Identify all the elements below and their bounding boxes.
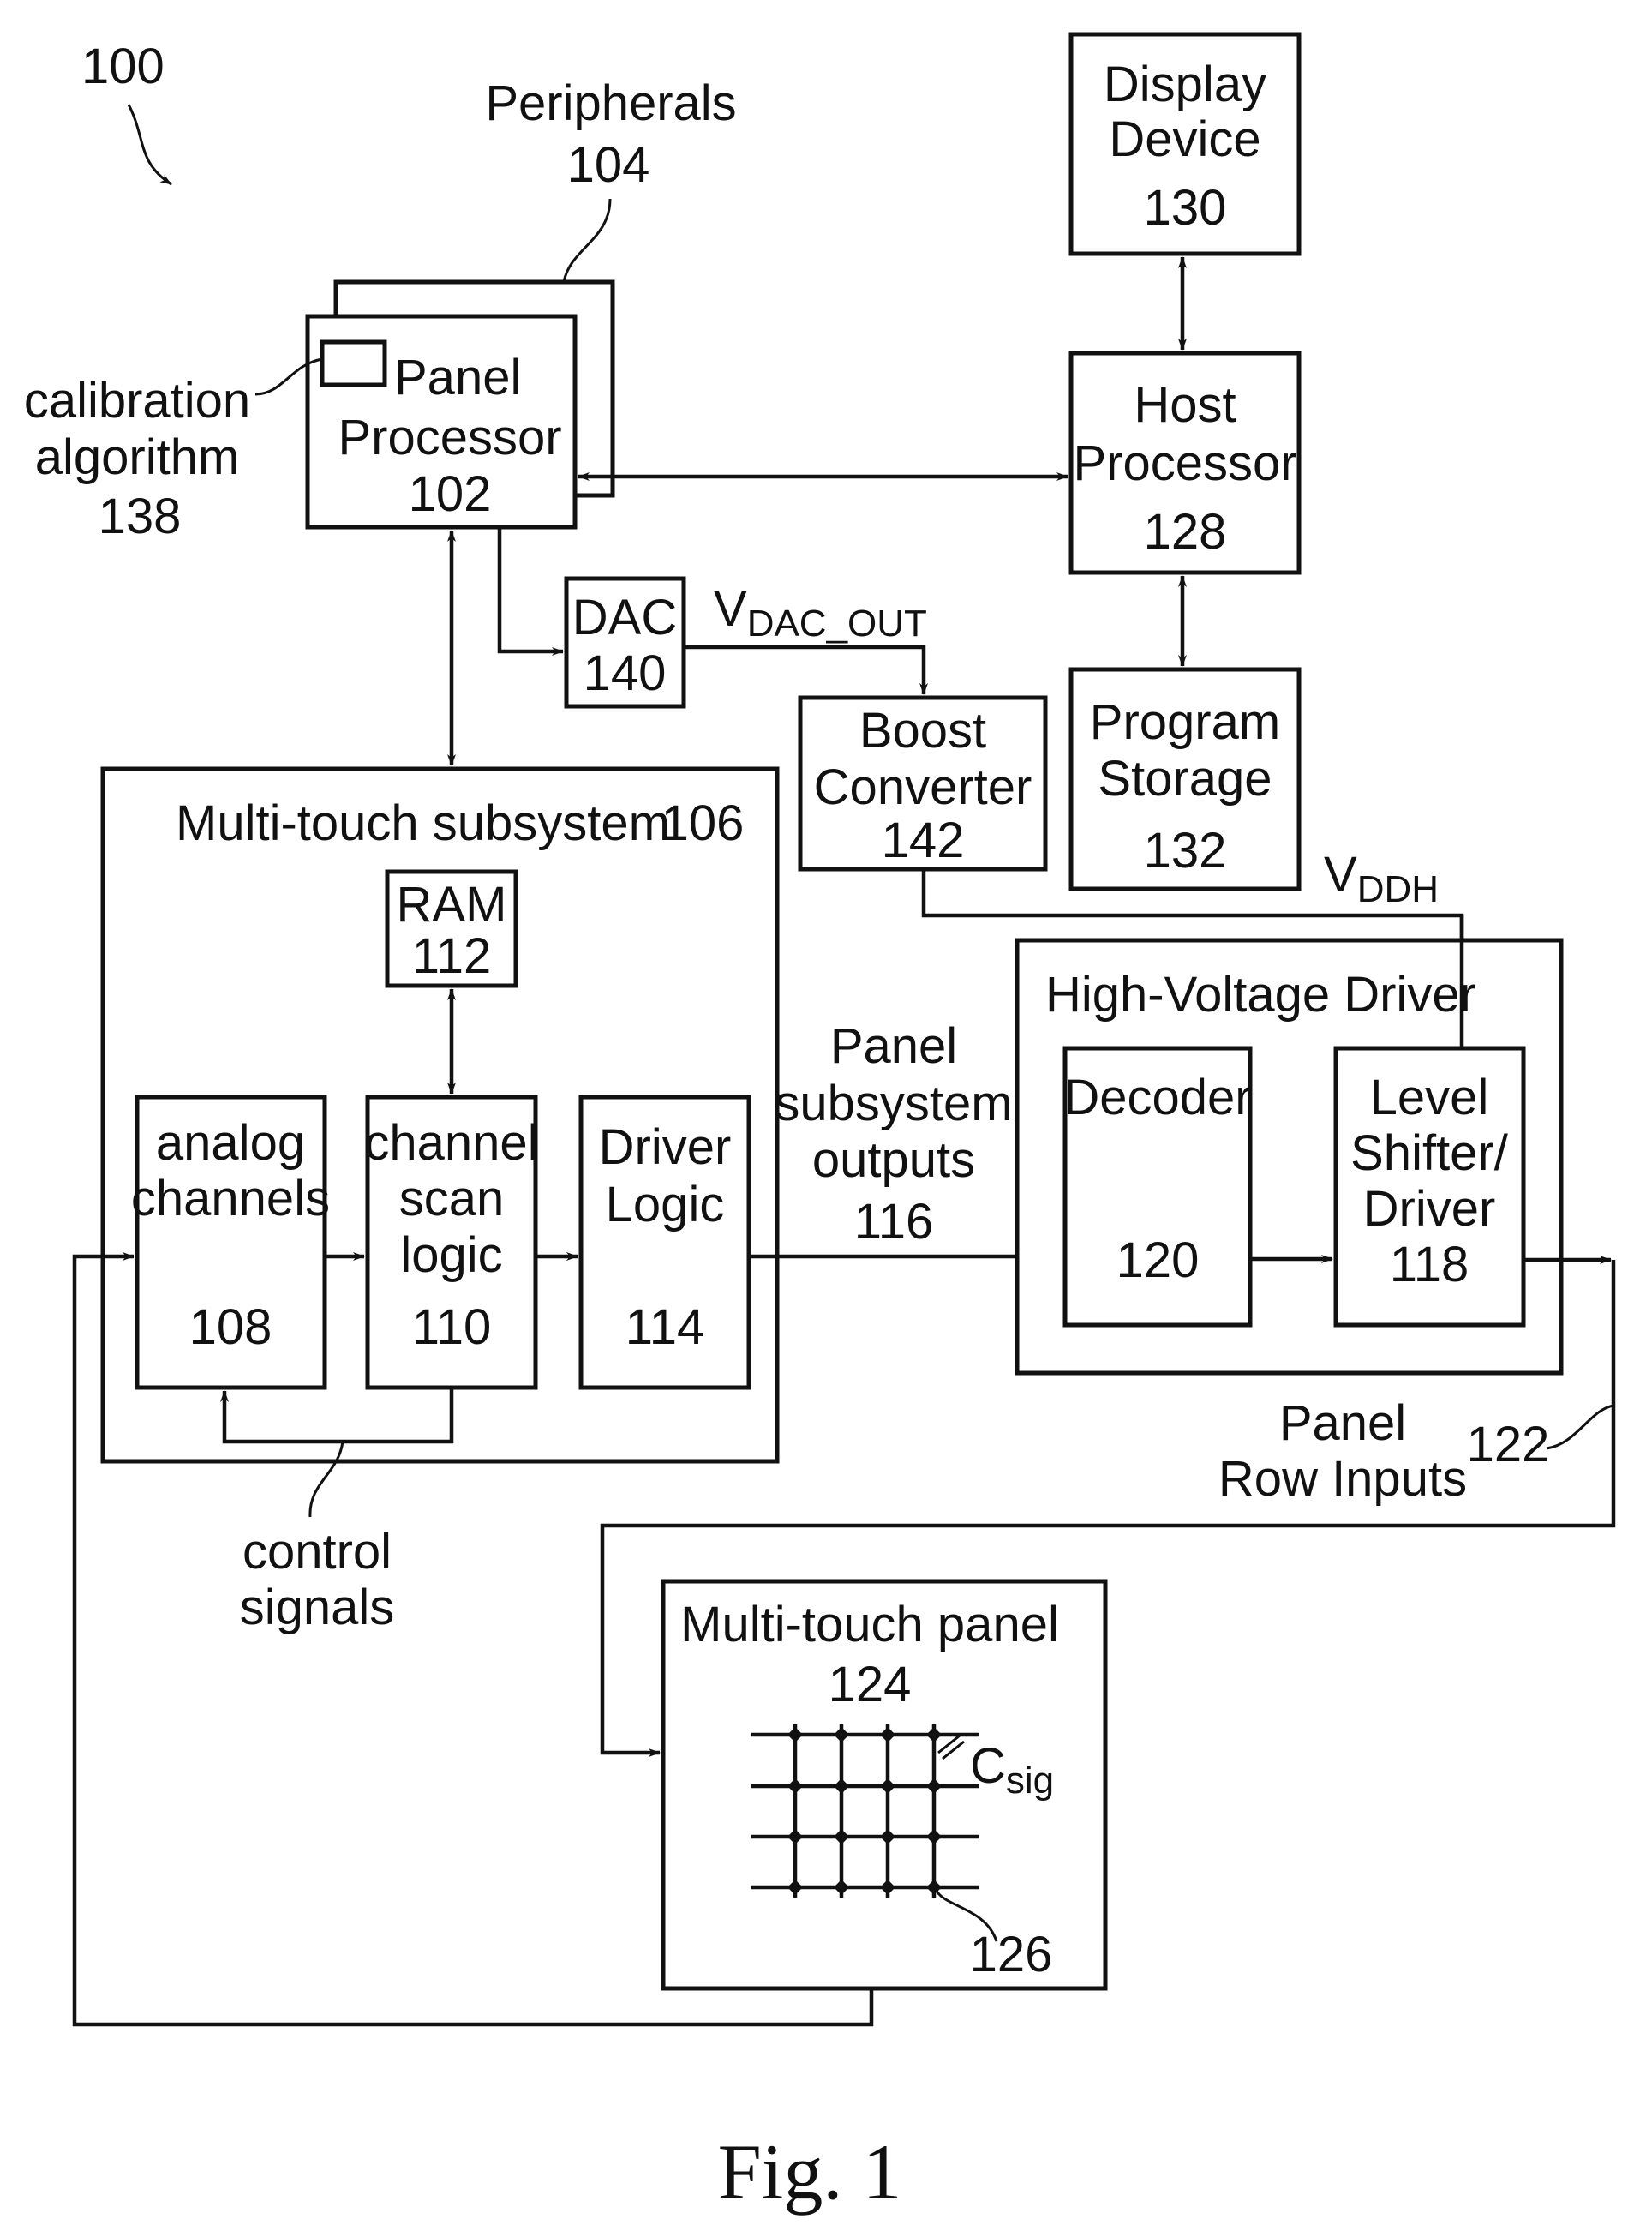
calibration-ref: 138 bbox=[99, 489, 182, 544]
calibration-line2: algorithm bbox=[35, 429, 240, 485]
calibration-line1: calibration bbox=[24, 373, 250, 429]
panel-outputs-line1: Panel bbox=[830, 1018, 957, 1074]
multitouch-subsystem-label: Multi-touch subsystem bbox=[176, 795, 670, 851]
block-diagram: 100 Peripherals 104 Panel Processor 102 … bbox=[24, 32, 1616, 2216]
panel-row-inputs-line2: Row Inputs bbox=[1218, 1451, 1467, 1507]
panel-row-inputs-leader bbox=[1546, 1404, 1614, 1450]
decoder-label: Decoder bbox=[1063, 1070, 1251, 1125]
level-shifter-line3: Driver bbox=[1363, 1181, 1496, 1237]
analog-channels-ref: 108 bbox=[189, 1299, 272, 1355]
host-processor-line1: Host bbox=[1134, 377, 1236, 433]
boost-converter-line2: Converter bbox=[814, 759, 1032, 815]
panel-outputs-line2: subsystem bbox=[775, 1076, 1012, 1131]
ram-label: RAM bbox=[397, 877, 507, 933]
display-device-line1: Display bbox=[1104, 57, 1266, 112]
figure-caption: Fig. 1 bbox=[718, 2128, 902, 2216]
multitouch-panel-label: Multi-touch panel bbox=[680, 1597, 1059, 1652]
dac-ref: 140 bbox=[584, 645, 667, 701]
vdac-out-label: VDAC_OUT bbox=[714, 581, 927, 645]
ram-ref: 112 bbox=[412, 928, 491, 984]
processor-dac-arrow bbox=[497, 527, 564, 656]
panel-outputs-ref: 116 bbox=[854, 1194, 933, 1250]
host-processor-line2: Processor bbox=[1073, 435, 1296, 491]
level-shifter-ref: 118 bbox=[1390, 1237, 1469, 1292]
multitouch-panel-ref: 124 bbox=[829, 1657, 912, 1712]
figure-ref: 100 bbox=[81, 39, 165, 94]
high-voltage-driver-label: High-Voltage Driver bbox=[1045, 967, 1476, 1023]
program-storage-ref: 132 bbox=[1144, 823, 1227, 879]
program-storage-line2: Storage bbox=[1098, 751, 1272, 807]
panel-row-inputs-ref: 122 bbox=[1467, 1417, 1550, 1472]
level-shifter-line1: Level bbox=[1370, 1070, 1489, 1125]
decoder-ref: 120 bbox=[1116, 1232, 1200, 1288]
host-processor-ref: 128 bbox=[1144, 504, 1227, 560]
driver-logic-ref: 114 bbox=[625, 1299, 704, 1355]
driver-logic-line1: Driver bbox=[599, 1119, 732, 1175]
channel-scan-line2: scan bbox=[399, 1171, 505, 1226]
peripherals-leader bbox=[562, 198, 612, 283]
display-device-line2: Device bbox=[1109, 111, 1260, 167]
channel-scan-ref: 110 bbox=[412, 1299, 491, 1355]
multitouch-subsystem-ref: 106 bbox=[661, 795, 745, 851]
program-storage-line1: Program bbox=[1090, 694, 1280, 750]
panel-row-inputs-line1: Panel bbox=[1279, 1395, 1406, 1451]
dac-label: DAC bbox=[572, 590, 677, 645]
level-shifter-line2: Shifter/ bbox=[1350, 1125, 1509, 1181]
panel-processor-ref: 102 bbox=[409, 466, 492, 522]
panel-outputs-line3: outputs bbox=[812, 1132, 975, 1188]
peripherals-ref: 104 bbox=[567, 137, 650, 193]
node-ref: 126 bbox=[970, 1927, 1053, 1982]
vddh-label: VDDH bbox=[1324, 847, 1439, 910]
panel-processor-line1: Panel bbox=[394, 350, 521, 405]
calibration-algorithm-block bbox=[320, 339, 387, 387]
peripherals-label: Peripherals bbox=[485, 75, 736, 131]
panel-processor-line2: Processor bbox=[338, 410, 561, 465]
boost-converter-line1: Boost bbox=[859, 703, 986, 759]
driver-logic-line2: Logic bbox=[606, 1177, 725, 1232]
figure-ref-arrow bbox=[127, 104, 172, 186]
analog-channels-line2: channels bbox=[131, 1171, 330, 1226]
control-signals-line2: signals bbox=[240, 1580, 395, 1635]
analog-channels-line1: analog bbox=[156, 1115, 305, 1171]
channel-scan-line1: channel bbox=[364, 1115, 538, 1171]
channel-scan-line3: logic bbox=[400, 1227, 502, 1283]
dac-boost-arrow bbox=[684, 645, 928, 695]
boost-converter-ref: 142 bbox=[882, 813, 965, 868]
display-device-ref: 130 bbox=[1144, 180, 1227, 236]
control-signals-line1: control bbox=[242, 1524, 392, 1580]
